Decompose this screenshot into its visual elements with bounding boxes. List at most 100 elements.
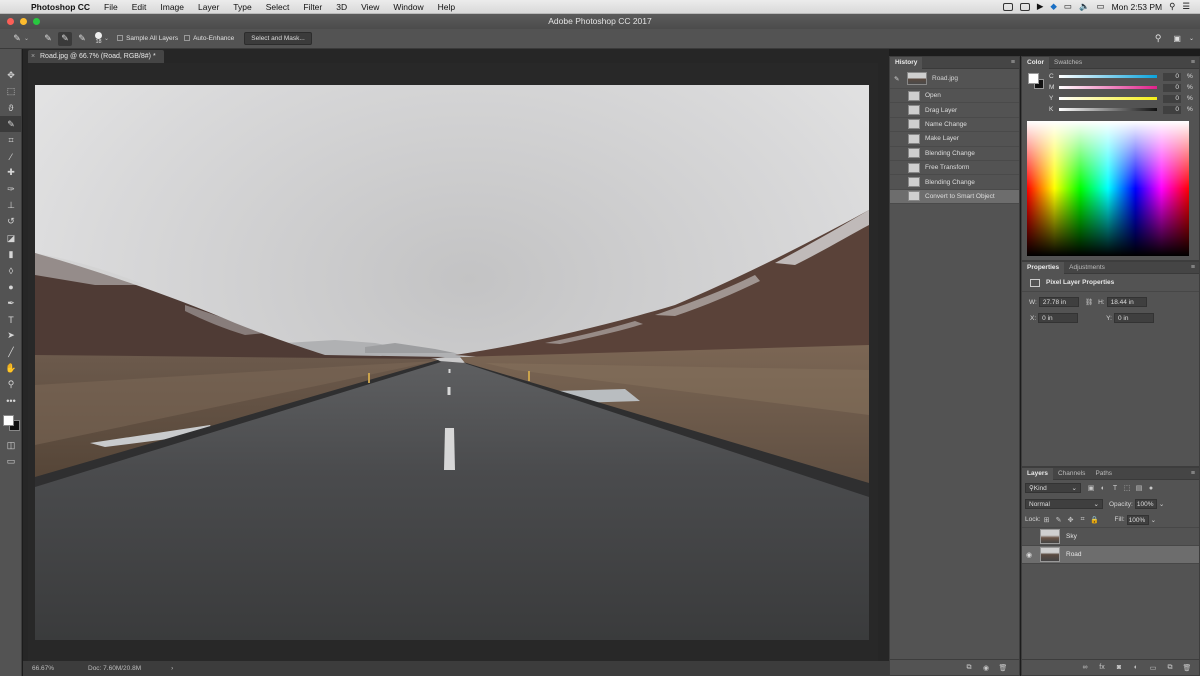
spotlight-search-icon[interactable]: ⚲ bbox=[1169, 1, 1175, 12]
clock[interactable]: Mon 2:53 PM bbox=[1112, 2, 1163, 12]
quick-selection-tool-icon[interactable]: ✎ bbox=[0, 115, 22, 133]
menu-window[interactable]: Window bbox=[386, 2, 430, 12]
filter-adjustment-icon[interactable]: ◐ bbox=[1097, 485, 1109, 492]
history-state[interactable]: Blending Change bbox=[890, 147, 1019, 161]
doc-size-info[interactable]: Doc: 7.60M/20.8M bbox=[88, 665, 141, 672]
move-tool-icon[interactable]: ✥ bbox=[0, 67, 22, 83]
subtract-from-selection-brush-icon[interactable]: ✎ bbox=[75, 32, 89, 46]
width-field[interactable]: 27.78 in bbox=[1038, 297, 1079, 307]
app-menu[interactable]: Photoshop CC bbox=[28, 2, 97, 12]
yellow-slider[interactable]: Y 0% bbox=[1049, 93, 1193, 104]
eraser-tool-icon[interactable]: ◪ bbox=[0, 230, 22, 246]
history-brush-tool-icon[interactable]: ↺ bbox=[0, 214, 22, 230]
screen-icon[interactable] bbox=[1019, 2, 1030, 11]
link-icon[interactable]: ⛓ bbox=[1085, 298, 1093, 306]
tab-adjustments[interactable]: Adjustments bbox=[1064, 262, 1110, 274]
channel-value[interactable]: 0 bbox=[1163, 83, 1181, 92]
menu-layer[interactable]: Layer bbox=[191, 2, 226, 12]
new-group-icon[interactable]: ▭ bbox=[1147, 664, 1159, 672]
history-brush-source-icon[interactable]: ✎ bbox=[894, 75, 904, 83]
status-icon[interactable] bbox=[1002, 2, 1013, 11]
zoom-window-button[interactable] bbox=[33, 18, 40, 25]
search-icon[interactable]: ⚲ bbox=[1155, 33, 1162, 44]
battery-icon[interactable]: ▭ bbox=[1097, 1, 1105, 12]
history-state[interactable]: Blending Change bbox=[890, 175, 1019, 190]
lock-all-icon[interactable]: 🔒 bbox=[1089, 516, 1101, 524]
chevron-down-icon[interactable]: ⌄ bbox=[24, 35, 29, 42]
type-tool-icon[interactable]: T bbox=[0, 311, 22, 327]
blur-tool-icon[interactable]: ◊ bbox=[0, 263, 22, 279]
menu-view[interactable]: View bbox=[354, 2, 386, 12]
history-state[interactable]: Open bbox=[890, 89, 1019, 104]
gradient-tool-icon[interactable]: ▮ bbox=[0, 246, 22, 262]
layer-style-fx-icon[interactable]: fx bbox=[1096, 664, 1108, 671]
trash-icon[interactable]: 🗑 bbox=[1181, 664, 1193, 672]
filter-type-icon[interactable]: T bbox=[1109, 485, 1121, 492]
lock-image-icon[interactable]: ✎ bbox=[1053, 516, 1065, 524]
eye-icon[interactable]: ◉ bbox=[1022, 551, 1036, 559]
airplay-icon[interactable]: ▭ bbox=[1064, 1, 1072, 12]
panel-menu-icon[interactable]: ≡ bbox=[1011, 59, 1015, 66]
menu-file[interactable]: File bbox=[97, 2, 125, 12]
lock-position-icon[interactable]: ✥ bbox=[1065, 516, 1077, 524]
panel-menu-icon[interactable]: ≡ bbox=[1191, 59, 1195, 66]
slider-track[interactable] bbox=[1059, 97, 1157, 100]
clone-stamp-tool-icon[interactable]: ⊥ bbox=[0, 197, 22, 213]
quick-mask-icon[interactable]: ◫ bbox=[0, 437, 22, 453]
notification-center-icon[interactable]: ☰ bbox=[1182, 1, 1190, 12]
line-tool-icon[interactable]: ╱ bbox=[0, 344, 22, 360]
screen-mode-icon[interactable]: ▭ bbox=[0, 454, 22, 470]
layer-row[interactable]: Sky bbox=[1022, 528, 1199, 546]
play-icon[interactable]: ▶ bbox=[1037, 1, 1044, 12]
auto-enhance-checkbox[interactable]: Auto-Enhance bbox=[184, 35, 234, 42]
brush-tool-icon[interactable]: ✑ bbox=[0, 181, 22, 197]
adjustment-layer-icon[interactable]: ◐ bbox=[1130, 664, 1142, 671]
history-state[interactable]: Free Transform bbox=[890, 161, 1019, 176]
filter-toggle-icon[interactable]: ● bbox=[1145, 485, 1157, 492]
chevron-down-icon[interactable]: ⌄ bbox=[1151, 516, 1156, 524]
crop-tool-icon[interactable]: ⌗ bbox=[0, 132, 22, 148]
document-tab[interactable]: × Road.jpg @ 66.7% (Road, RGB/8#) * bbox=[28, 50, 164, 63]
dodge-tool-icon[interactable]: ● bbox=[0, 279, 22, 295]
tab-layers[interactable]: Layers bbox=[1022, 467, 1053, 480]
history-state[interactable]: Name Change bbox=[890, 118, 1019, 133]
brush-picker[interactable]: 18 bbox=[95, 32, 103, 45]
tool-preset-picker[interactable]: ✎ bbox=[10, 32, 24, 46]
blend-mode-select[interactable]: Normal ⌄ bbox=[1025, 499, 1103, 509]
pen-tool-icon[interactable]: ✒ bbox=[0, 295, 22, 311]
layer-name[interactable]: Sky bbox=[1066, 533, 1077, 540]
slider-track[interactable] bbox=[1059, 86, 1157, 89]
minimize-window-button[interactable] bbox=[20, 18, 27, 25]
menu-image[interactable]: Image bbox=[153, 2, 191, 12]
more-tools-icon[interactable]: ••• bbox=[0, 393, 22, 409]
chevron-down-icon[interactable]: ⌄ bbox=[104, 35, 109, 42]
volume-icon[interactable]: 🔈 bbox=[1079, 1, 1090, 12]
lasso-tool-icon[interactable]: ϑ bbox=[0, 100, 22, 116]
fill-field[interactable]: 100% bbox=[1126, 514, 1149, 525]
workspace-icon[interactable]: ▣ bbox=[1173, 34, 1181, 43]
history-state[interactable]: Make Layer bbox=[890, 132, 1019, 147]
menu-filter[interactable]: Filter bbox=[296, 2, 329, 12]
panel-menu-icon[interactable]: ≡ bbox=[1191, 264, 1195, 271]
layer-name[interactable]: Road bbox=[1066, 551, 1082, 558]
slider-track[interactable] bbox=[1059, 75, 1157, 78]
tab-color[interactable]: Color bbox=[1022, 56, 1049, 69]
filter-pixel-icon[interactable]: ▣ bbox=[1085, 484, 1097, 492]
panel-menu-icon[interactable]: ≡ bbox=[1191, 470, 1195, 477]
hand-tool-icon[interactable]: ✋ bbox=[0, 360, 22, 376]
eyedropper-tool-icon[interactable]: ⁄ bbox=[0, 148, 22, 164]
x-field[interactable]: 0 in bbox=[1038, 313, 1079, 323]
new-layer-icon[interactable]: ⧉ bbox=[1164, 664, 1176, 672]
channel-value[interactable]: 0 bbox=[1163, 105, 1181, 114]
layer-row-selected[interactable]: ◉ Road bbox=[1022, 546, 1199, 564]
sample-all-layers-checkbox[interactable]: Sample All Layers bbox=[117, 35, 178, 42]
close-icon[interactable]: × bbox=[31, 50, 35, 63]
channel-value[interactable]: 0 bbox=[1163, 94, 1181, 103]
dropbox-icon[interactable]: ◆ bbox=[1050, 1, 1057, 12]
filter-shape-icon[interactable]: ⬚ bbox=[1121, 484, 1133, 492]
select-and-mask-button[interactable]: Select and Mask... bbox=[244, 32, 312, 45]
foreground-color-swatch[interactable] bbox=[3, 415, 14, 427]
history-state-active[interactable]: Convert to Smart Object bbox=[890, 189, 1019, 205]
magenta-slider[interactable]: M 0% bbox=[1049, 82, 1193, 93]
menu-select[interactable]: Select bbox=[259, 2, 297, 12]
